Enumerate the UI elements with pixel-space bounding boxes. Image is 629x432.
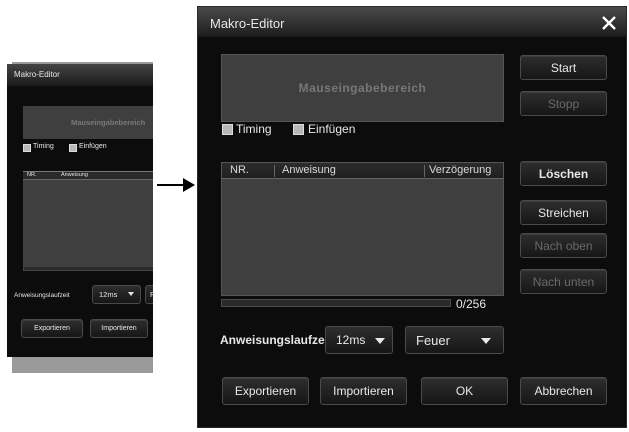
thumbnail-import-button[interactable]: Importieren xyxy=(90,319,148,338)
move-down-button-label: Nach unten xyxy=(532,274,595,289)
timing-label: Timing xyxy=(236,122,272,136)
thumbnail-table: NR. Anweisung xyxy=(23,171,153,266)
thumbnail-mode-dropdown[interactable]: F xyxy=(145,285,153,304)
export-button[interactable]: Exportieren xyxy=(222,377,309,405)
mode-dropdown[interactable]: Feuer xyxy=(405,326,504,354)
start-button-label: Start xyxy=(550,60,577,75)
column-header-instruction: Anweisung xyxy=(282,164,336,176)
thumbnail-progress-bar xyxy=(23,266,153,271)
move-down-button[interactable]: Nach unten xyxy=(520,269,607,294)
thumbnail-col-nr: NR. xyxy=(27,172,37,178)
insert-checkbox[interactable] xyxy=(293,124,304,135)
thumbnail-window: Makro-Editor Mauseingabebereich Timing E… xyxy=(7,64,153,357)
strike-button[interactable]: Streichen xyxy=(520,200,607,225)
mouse-input-area-label: Mauseingabebereich xyxy=(298,81,427,95)
thumbnail-table-header xyxy=(23,172,153,180)
stop-button[interactable]: Stopp xyxy=(520,91,607,116)
cancel-button[interactable]: Abbrechen xyxy=(520,377,607,405)
instruction-table[interactable]: NR. Anweisung Verzögerung xyxy=(221,162,504,296)
close-button[interactable] xyxy=(600,14,618,32)
runtime-value: 12ms xyxy=(336,333,366,347)
thumbnail-runtime-label: Anweisungslaufzeit xyxy=(14,292,70,299)
thumbnail-runtime-dropdown[interactable]: 12ms xyxy=(92,285,141,304)
thumbnail-import-label: Importieren xyxy=(101,325,137,332)
thumbnail-col-instruction: Anweisung xyxy=(61,172,88,178)
thumbnail-title: Makro-Editor xyxy=(14,70,60,79)
table-header-divider xyxy=(274,165,275,177)
thumbnail-insert-checkbox xyxy=(69,144,77,152)
mouse-input-area[interactable]: Mauseingabebereich xyxy=(221,54,504,122)
close-icon xyxy=(602,16,616,30)
thumbnail-export-button[interactable]: Exportieren xyxy=(21,319,83,338)
column-header-nr: NR. xyxy=(230,164,249,176)
move-up-button-label: Nach oben xyxy=(534,238,593,253)
start-button[interactable]: Start xyxy=(520,55,607,80)
ok-button[interactable]: OK xyxy=(421,377,508,405)
ok-button-label: OK xyxy=(455,384,474,398)
stop-button-label: Stopp xyxy=(547,96,580,111)
delete-button[interactable]: Löschen xyxy=(520,161,607,186)
thumbnail-runtime-value: 12ms xyxy=(99,290,118,299)
export-button-label: Exportieren xyxy=(234,384,297,398)
capacity-counter: 0/256 xyxy=(456,297,487,311)
mode-value: Feuer xyxy=(416,332,450,348)
import-button[interactable]: Importieren xyxy=(320,377,407,405)
insert-label: Einfügen xyxy=(308,122,356,136)
thumbnail-mode-value: F xyxy=(150,290,153,299)
strike-button-label: Streichen xyxy=(538,205,589,220)
thumbnail-export-label: Exportieren xyxy=(34,325,70,332)
delete-button-label: Löschen xyxy=(538,166,589,181)
chevron-down-icon xyxy=(128,292,134,296)
cancel-button-label: Abbrechen xyxy=(534,384,593,398)
runtime-dropdown[interactable]: 12ms xyxy=(325,326,393,354)
timing-checkbox[interactable] xyxy=(222,124,233,135)
thumbnail-mouse-area-label: Mauseingabebereich xyxy=(71,118,146,127)
thumbnail-timing-checkbox xyxy=(23,144,31,152)
move-up-button[interactable]: Nach oben xyxy=(520,233,607,258)
import-button-label: Importieren xyxy=(333,384,394,398)
dialog-title: Makro-Editor xyxy=(210,16,285,31)
chevron-down-icon xyxy=(375,338,385,344)
runtime-label: Anweisungslaufzeit xyxy=(220,333,333,347)
thumbnail-insert-label: Einfügen xyxy=(79,143,107,150)
table-header-divider xyxy=(424,165,425,177)
column-header-delay: Verzögerung xyxy=(429,164,492,176)
chevron-down-icon xyxy=(481,338,491,344)
thumbnail-timing-label: Timing xyxy=(33,143,54,150)
capacity-bar xyxy=(221,299,451,307)
arrow-right-icon xyxy=(157,178,195,192)
macro-editor-dialog: Makro-Editor Mauseingabebereich Timing E… xyxy=(197,6,627,428)
thumbnail-mouse-area: Mauseingabebereich xyxy=(23,106,153,139)
